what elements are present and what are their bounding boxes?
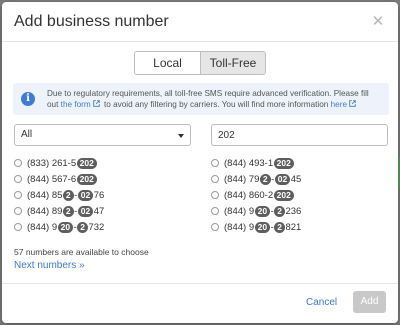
info-notice: i Due to regulatory requirements, all to… xyxy=(13,83,389,115)
number-option[interactable]: (844) 860-2 202 xyxy=(211,187,391,203)
match-highlight: 20 xyxy=(254,221,271,233)
number-option[interactable]: (844) 9 20-2 821 xyxy=(211,219,391,235)
phone-number: (844) 860-2 202 xyxy=(224,189,294,201)
match-highlight: 2 xyxy=(62,205,74,217)
phone-number: (844) 89 2-02 47 xyxy=(27,205,105,217)
number-option[interactable]: (844) 567-6 202 xyxy=(14,171,194,187)
select-value: All xyxy=(21,129,33,140)
notice-text-part-2: to avoid any filtering by carriers. You … xyxy=(101,100,331,109)
match-highlight: 202 xyxy=(273,157,294,169)
match-highlight: 20 xyxy=(57,221,74,233)
number-segment: (844) 493-1 xyxy=(224,157,274,169)
number-segment: 76 xyxy=(93,189,105,201)
footer-divider xyxy=(2,283,398,284)
number-option[interactable]: (844) 493-1 202 xyxy=(211,155,391,171)
radio-button[interactable] xyxy=(211,191,219,199)
match-highlight: 2 xyxy=(274,221,285,233)
modal-header: Add business number ✕ xyxy=(2,2,398,42)
phone-number: (844) 9 20-2 236 xyxy=(224,205,302,217)
phone-number: (833) 261-5 202 xyxy=(27,157,97,169)
number-option[interactable]: (833) 261-5 202 xyxy=(14,155,194,171)
phone-number: (844) 85 2-02 76 xyxy=(27,189,105,201)
radio-button[interactable] xyxy=(14,175,22,183)
available-count: 57 numbers are available to choose xyxy=(14,247,149,257)
radio-button[interactable] xyxy=(14,223,22,231)
tab-toll-free[interactable]: Toll-Free xyxy=(200,52,265,74)
number-segment: - xyxy=(74,189,78,201)
chevron-down-icon xyxy=(178,134,184,138)
external-link-icon xyxy=(92,100,100,107)
number-segment: (844) 89 xyxy=(27,205,63,217)
number-option[interactable]: (844) 89 2-02 47 xyxy=(14,203,194,219)
number-segment: - xyxy=(271,173,275,185)
number-filter-select[interactable]: All xyxy=(14,124,191,146)
radio-button[interactable] xyxy=(14,191,22,199)
match-highlight: 202 xyxy=(76,173,97,185)
number-segment: - xyxy=(74,205,78,217)
number-segment: 821 xyxy=(285,221,302,233)
number-segment: 236 xyxy=(285,205,302,217)
number-segment: (844) 85 xyxy=(27,189,63,201)
match-highlight: 2 xyxy=(77,221,88,233)
match-highlight: 20 xyxy=(254,205,271,217)
phone-number: (844) 493-1 202 xyxy=(224,157,294,169)
number-segment: 45 xyxy=(290,173,302,185)
radio-button[interactable] xyxy=(14,207,22,215)
number-option[interactable]: (844) 9 20-2 236 xyxy=(211,203,391,219)
number-segment: 47 xyxy=(93,205,105,217)
match-highlight: 02 xyxy=(77,189,94,201)
add-button[interactable]: Add xyxy=(353,291,386,313)
radio-button[interactable] xyxy=(211,207,219,215)
match-highlight: 2 xyxy=(259,173,271,185)
here-link[interactable]: here xyxy=(331,100,347,109)
match-highlight: 2 xyxy=(274,205,285,217)
info-icon: i xyxy=(21,92,35,106)
radio-button[interactable] xyxy=(211,223,219,231)
number-column-left: (833) 261-5 202 (844) 567-6 202 (844) 85 2-02… xyxy=(14,155,194,235)
match-highlight: 02 xyxy=(274,173,291,185)
radio-button[interactable] xyxy=(211,175,219,183)
form-link[interactable]: the form xyxy=(61,100,91,109)
radio-button[interactable] xyxy=(211,159,219,167)
number-segment: (844) 79 xyxy=(224,173,260,185)
phone-number: (844) 79 2-02 45 xyxy=(224,173,302,185)
radio-button[interactable] xyxy=(14,159,22,167)
number-segment: (844) 567-6 xyxy=(27,173,77,185)
match-highlight: 2 xyxy=(62,189,74,201)
number-search-input[interactable] xyxy=(211,124,388,146)
number-column-right: (844) 493-1 202 (844) 79 2-02 45 (844) 860-2 2… xyxy=(211,155,391,235)
add-number-modal: Add business number ✕ Local Toll-Free i … xyxy=(2,2,398,323)
notice-text: Due to regulatory requirements, all toll… xyxy=(47,88,381,110)
number-type-toggle: Local Toll-Free xyxy=(134,51,266,75)
modal-title: Add business number xyxy=(14,12,169,30)
number-segment: 732 xyxy=(88,221,105,233)
number-segment: (844) 9 xyxy=(224,221,255,233)
number-option[interactable]: (844) 85 2-02 76 xyxy=(14,187,194,203)
number-option[interactable]: (844) 79 2-02 45 xyxy=(211,171,391,187)
number-segment: (844) 9 xyxy=(224,205,255,217)
phone-number: (844) 9 20-2 821 xyxy=(224,221,302,233)
number-segment: (844) 860-2 xyxy=(224,189,274,201)
match-highlight: 02 xyxy=(77,205,94,217)
external-link-icon xyxy=(349,100,356,107)
tab-local[interactable]: Local xyxy=(135,52,200,74)
match-highlight: 202 xyxy=(273,189,294,201)
close-icon[interactable]: ✕ xyxy=(370,13,386,30)
phone-number: (844) 9 20-2 732 xyxy=(27,221,105,233)
next-numbers-link[interactable]: Next numbers » xyxy=(14,260,85,271)
phone-number: (844) 567-6 202 xyxy=(27,173,97,185)
cancel-button[interactable]: Cancel xyxy=(306,293,337,313)
number-option[interactable]: (844) 9 20-2 732 xyxy=(14,219,194,235)
number-segment: (844) 9 xyxy=(27,221,58,233)
match-highlight: 202 xyxy=(76,157,97,169)
number-segment: (833) 261-5 xyxy=(27,157,77,169)
